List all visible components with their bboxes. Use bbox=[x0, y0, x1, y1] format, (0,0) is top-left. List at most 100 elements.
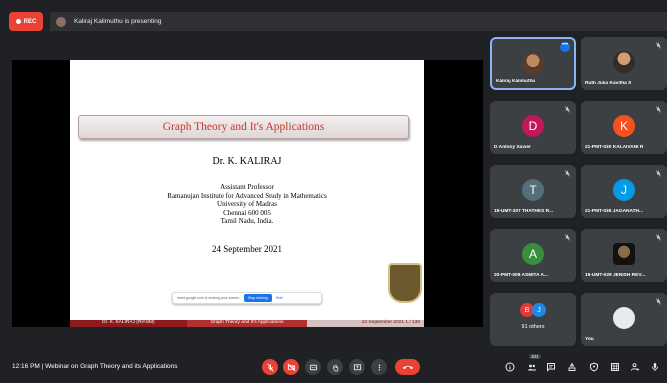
hide-banner-button[interactable]: Hide bbox=[276, 296, 283, 300]
participant-tile[interactable]: K 21-PMT-030 KALAIVANI R bbox=[581, 101, 667, 154]
mic-off-icon bbox=[564, 234, 571, 241]
mic-off-icon bbox=[564, 106, 571, 113]
mic-off-icon bbox=[564, 170, 571, 177]
others-label: 91 others bbox=[521, 324, 545, 330]
meeting-info: 12:16 PM | Webinar on Graph Theory and i… bbox=[12, 363, 178, 370]
participant-initial-avatar: T bbox=[522, 179, 544, 201]
others-avatars: B J bbox=[520, 303, 546, 317]
participant-name: 21-PMT-036 JAGANATH... bbox=[585, 209, 644, 214]
others-tile[interactable]: B J 91 others bbox=[490, 293, 576, 346]
participant-photo bbox=[613, 51, 635, 73]
participant-name: Kaliraj Kalimuthu bbox=[496, 79, 536, 84]
slide-date: 24 September 2021 bbox=[212, 244, 282, 254]
participant-tile[interactable]: ••• Kaliraj Kalimuthu bbox=[490, 37, 576, 90]
phone-hangup-icon bbox=[402, 365, 413, 370]
participant-initial-avatar: J bbox=[613, 179, 635, 201]
info-icon bbox=[505, 362, 515, 372]
chat-icon bbox=[547, 363, 555, 372]
top-bar: REC Kaliraj Kalimuthu is presenting bbox=[0, 0, 667, 34]
recording-badge: REC bbox=[9, 12, 43, 31]
raise-hand-button[interactable] bbox=[327, 359, 343, 375]
person-pin-icon bbox=[631, 363, 640, 371]
present-screen-icon bbox=[353, 363, 361, 370]
mic-icon bbox=[652, 363, 658, 371]
grid-icon bbox=[611, 363, 619, 371]
footer-author: Dr. K. KALIRAJ (RIASM) bbox=[70, 320, 187, 327]
mic-toggle-button[interactable] bbox=[262, 359, 278, 375]
screen-share-banner: meet.google.com is sharing your screen. … bbox=[172, 292, 322, 304]
activities-button[interactable] bbox=[567, 362, 577, 372]
layout-button[interactable] bbox=[610, 362, 620, 372]
self-tile[interactable]: You bbox=[581, 293, 667, 346]
participant-tile[interactable]: D D Antony Xavier bbox=[490, 101, 576, 154]
footer-date-page: 24 September 2021 1 / 136 bbox=[307, 320, 424, 327]
more-options-icon[interactable]: ••• bbox=[560, 42, 570, 52]
participant-tile[interactable]: A 20-PMT-008 ASMITA A... bbox=[490, 229, 576, 282]
participant-count-badge: 101 bbox=[529, 354, 541, 359]
present-button[interactable] bbox=[349, 359, 365, 375]
meet-window: REC Kaliraj Kalimuthu is presenting Grap… bbox=[0, 0, 667, 383]
affiliation-line: Chennai 600 005 bbox=[223, 208, 271, 217]
hand-icon bbox=[332, 364, 338, 372]
participant-photo bbox=[522, 53, 544, 75]
participant-name: 19-UMT-029 JENISH REV... bbox=[585, 273, 646, 278]
self-photo bbox=[613, 307, 635, 329]
other-avatar: J bbox=[532, 303, 546, 317]
slide-footer: Dr. K. KALIRAJ (RIASM) Graph Theory and … bbox=[70, 320, 424, 327]
mic-off-icon bbox=[655, 170, 662, 177]
slide-title-box: Graph Theory and It's Applications bbox=[78, 115, 409, 139]
meeting-separator: | bbox=[41, 363, 44, 370]
presenter-avatar bbox=[56, 16, 66, 27]
self-view-button[interactable] bbox=[630, 362, 640, 372]
mic-off-icon bbox=[655, 106, 662, 113]
affiliation-line: Assistant Professor bbox=[220, 183, 274, 191]
presentation-area[interactable]: Graph Theory and It's Applications Dr. K… bbox=[12, 60, 483, 327]
participant-name: 20-PMT-008 ASMITA A... bbox=[494, 273, 549, 278]
captions-button[interactable] bbox=[305, 359, 321, 375]
affiliation-line: Ramanujan Institute for Advanced Study i… bbox=[167, 191, 327, 200]
mic-off-icon bbox=[655, 298, 662, 305]
stop-sharing-button[interactable]: Stop sharing bbox=[244, 294, 272, 302]
slide-affiliation: Assistant Professor Ramanujan Institute … bbox=[70, 183, 424, 226]
affiliation-line: Tamil Nadu, India. bbox=[220, 217, 274, 225]
audio-mic-button[interactable] bbox=[650, 362, 660, 372]
bottom-bar: 12:16 PM | Webinar on Graph Theory and i… bbox=[0, 350, 667, 383]
participant-name: 19-UMT-307 THATHES R... bbox=[494, 209, 554, 214]
participant-initial-avatar: A bbox=[522, 243, 544, 265]
chat-button[interactable] bbox=[546, 362, 556, 372]
presenting-banner: Kaliraj Kalimuthu is presenting bbox=[50, 12, 667, 31]
host-controls-button[interactable] bbox=[589, 362, 599, 372]
participant-name: You bbox=[585, 337, 594, 342]
participant-tile[interactable]: 19-UMT-029 JENISH REV... bbox=[581, 229, 667, 282]
participant-tile[interactable]: J 21-PMT-036 JAGANATH... bbox=[581, 165, 667, 218]
university-logo bbox=[388, 263, 422, 303]
people-icon bbox=[528, 364, 536, 371]
more-options-button[interactable] bbox=[371, 359, 387, 375]
recording-label: REC bbox=[23, 18, 37, 25]
affiliation-line: University of Madras bbox=[217, 200, 277, 208]
participant-name: 21-PMT-030 KALAIVANI R bbox=[585, 145, 644, 150]
meeting-details-button[interactable] bbox=[505, 362, 515, 372]
camera-toggle-button[interactable] bbox=[283, 359, 299, 375]
mic-off-icon bbox=[655, 234, 662, 241]
participant-tile[interactable]: T 19-UMT-307 THATHES R... bbox=[490, 165, 576, 218]
slide-title: Graph Theory and It's Applications bbox=[162, 121, 325, 133]
participant-name: Ruth Julia Kavitha S bbox=[585, 81, 632, 86]
footer-title: Graph Theory and It's Applications bbox=[186, 320, 308, 327]
participant-name: D Antony Xavier bbox=[494, 145, 531, 150]
mic-off-icon bbox=[266, 363, 274, 371]
meeting-title: Webinar on Graph Theory and its Applicat… bbox=[45, 363, 178, 370]
share-banner-text: meet.google.com is sharing your screen. bbox=[177, 296, 241, 300]
slide: Graph Theory and It's Applications Dr. K… bbox=[70, 60, 424, 327]
meeting-time: 12:16 PM bbox=[12, 363, 40, 370]
leave-call-button[interactable] bbox=[395, 359, 420, 375]
participant-initial-avatar: D bbox=[522, 115, 544, 137]
activities-icon bbox=[568, 362, 576, 371]
captions-icon bbox=[309, 364, 317, 370]
people-button[interactable] bbox=[527, 362, 537, 372]
record-dot-icon bbox=[15, 19, 21, 24]
participant-photo bbox=[613, 243, 635, 265]
slide-author: Dr. K. KALIRAJ bbox=[212, 156, 282, 167]
participant-tile[interactable]: Ruth Julia Kavitha S bbox=[581, 37, 667, 90]
mic-off-icon bbox=[655, 42, 662, 49]
